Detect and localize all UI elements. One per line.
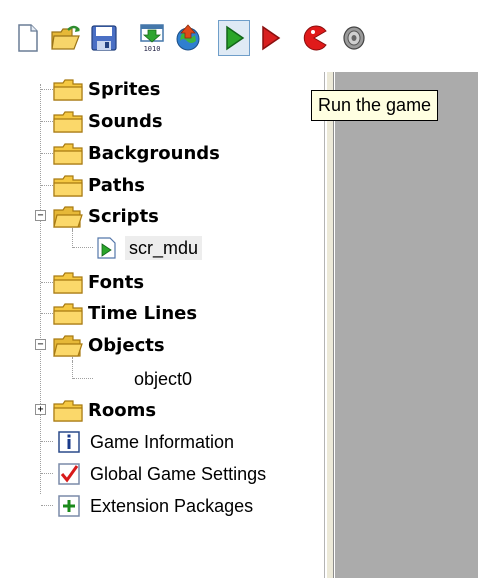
plus-icon xyxy=(58,494,80,517)
folder-icon xyxy=(53,174,83,197)
folder-icon xyxy=(53,271,83,294)
tree-line xyxy=(41,121,53,122)
tree-line xyxy=(41,185,53,186)
tree-line xyxy=(73,247,93,248)
debug-run-icon xyxy=(262,25,281,51)
tree-line xyxy=(41,282,53,283)
tree-item-sounds[interactable]: Sounds xyxy=(53,106,163,137)
folder-icon xyxy=(53,399,83,422)
info-icon xyxy=(58,430,80,453)
script-icon xyxy=(97,236,116,259)
folder-icon xyxy=(53,142,83,165)
tree-item-label: Sounds xyxy=(88,110,163,132)
tree-item-label: Objects xyxy=(88,334,165,356)
tree-line xyxy=(41,153,53,154)
run-game-button[interactable] xyxy=(218,20,250,56)
tree-item-global-game-settings[interactable]: Global Game Settings xyxy=(58,458,266,489)
tree-item-game-information[interactable]: Game Information xyxy=(58,426,234,457)
tree-line xyxy=(41,313,53,314)
create-sound-button[interactable] xyxy=(336,20,368,56)
tree-item-label: Sprites xyxy=(88,78,161,100)
tree-line xyxy=(73,378,93,379)
game-maker-window: 1010 Sprites Sounds Backgrounds Paths − … xyxy=(0,0,478,578)
tree-item-label: scr_mdu xyxy=(125,235,203,260)
collapse-toggle[interactable]: − xyxy=(35,210,46,221)
toolbar-separator xyxy=(291,24,292,52)
collapse-toggle[interactable]: − xyxy=(35,339,46,350)
create-sprite-button[interactable] xyxy=(298,20,330,56)
save-icon xyxy=(91,25,117,51)
open-folder-icon xyxy=(53,334,83,357)
tree-item-backgrounds[interactable]: Backgrounds xyxy=(53,138,220,169)
folder-icon xyxy=(53,78,83,101)
panel-splitter[interactable] xyxy=(326,72,334,578)
publish-button[interactable] xyxy=(172,20,204,56)
main-toolbar: 1010 xyxy=(0,0,478,72)
tree-line xyxy=(41,505,53,506)
run-icon xyxy=(226,25,245,51)
open-icon xyxy=(51,25,80,50)
tree-line xyxy=(40,84,41,494)
tree-line xyxy=(72,228,73,248)
tree-line xyxy=(41,441,53,442)
toolbar-separator xyxy=(211,24,212,52)
tree-item-label: Scripts xyxy=(88,205,159,227)
new-icon xyxy=(18,24,38,52)
folder-icon xyxy=(53,302,83,325)
svg-text:1010: 1010 xyxy=(144,45,161,53)
tree-item-object0[interactable]: object0 xyxy=(134,363,192,394)
open-button[interactable] xyxy=(50,20,82,56)
expand-toggle[interactable]: + xyxy=(35,404,46,415)
save-button[interactable] xyxy=(88,20,120,56)
tree-item-label: object0 xyxy=(134,368,193,389)
create-sound-icon xyxy=(343,26,365,50)
publish-icon xyxy=(176,24,200,51)
tree-line xyxy=(41,89,53,90)
tree-line xyxy=(41,473,53,474)
new-button[interactable] xyxy=(12,20,44,56)
run-game-tooltip: Run the game xyxy=(311,90,439,121)
debug-run-button[interactable] xyxy=(254,20,286,56)
tree-item-time-lines[interactable]: Time Lines xyxy=(53,298,197,329)
tree-item-label: Time Lines xyxy=(88,302,198,324)
tree-item-scripts[interactable]: Scripts xyxy=(53,201,159,232)
tree-item-label: Paths xyxy=(88,174,145,196)
tree-item-label: Global Game Settings xyxy=(90,463,267,484)
tree-item-scr-mdu[interactable]: scr_mdu xyxy=(94,232,203,263)
workspace-area xyxy=(335,72,478,578)
open-folder-icon xyxy=(53,205,83,228)
create-sprite-icon xyxy=(303,25,327,51)
tree-item-fonts[interactable]: Fonts xyxy=(53,267,144,298)
tree-item-label: Fonts xyxy=(88,271,145,293)
tree-item-label: Extension Packages xyxy=(90,495,254,516)
tree-item-extension-packages[interactable]: Extension Packages xyxy=(58,490,253,521)
tree-item-paths[interactable]: Paths xyxy=(53,170,145,201)
checkmark-icon xyxy=(58,462,80,485)
tree-item-label: Backgrounds xyxy=(88,142,220,164)
create-executable-button[interactable]: 1010 xyxy=(136,20,168,56)
tree-item-label: Game Information xyxy=(90,431,235,452)
tree-item-label: Rooms xyxy=(88,399,157,421)
tree-item-objects[interactable]: Objects xyxy=(53,330,165,361)
tree-line xyxy=(72,357,73,379)
tree-item-sprites[interactable]: Sprites xyxy=(53,74,160,105)
tree-item-rooms[interactable]: Rooms xyxy=(53,395,156,426)
folder-icon xyxy=(53,110,83,133)
toolbar-separator xyxy=(127,24,128,52)
create-executable-icon: 1010 xyxy=(140,24,164,53)
